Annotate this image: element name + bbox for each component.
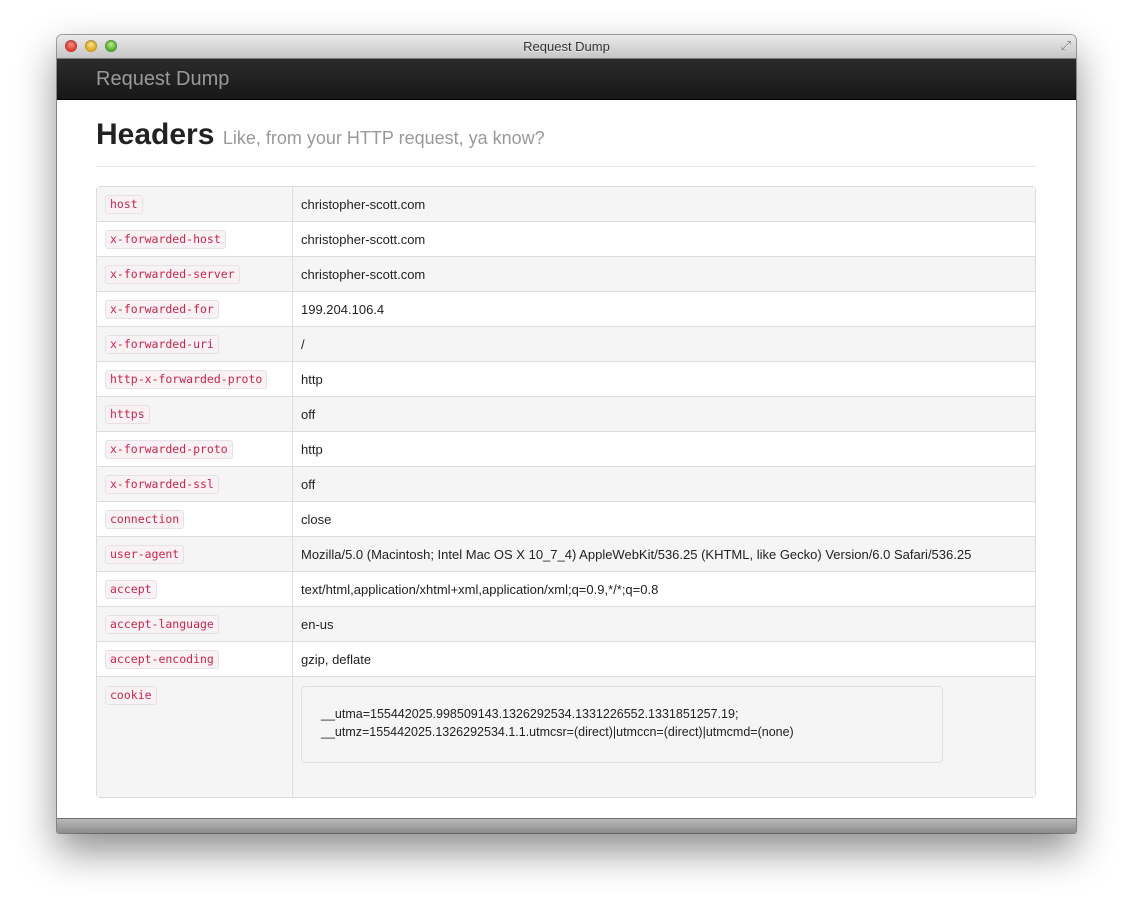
main-content: Headers Like, from your HTTP request, ya… xyxy=(57,100,1076,798)
header-key: x-forwarded-uri xyxy=(105,334,219,354)
table-row: accept text/html,application/xhtml+xml,a… xyxy=(97,571,1035,606)
header-key-cell: accept xyxy=(97,571,293,606)
header-key-cell: https xyxy=(97,396,293,431)
zoom-window-button[interactable] xyxy=(105,40,117,52)
table-row: x-forwarded-proto http xyxy=(97,431,1035,466)
window-controls xyxy=(65,40,117,52)
header-key-cell: accept-language xyxy=(97,606,293,641)
header-key: cookie xyxy=(105,686,157,705)
header-value: text/html,application/xhtml+xml,applicat… xyxy=(293,571,1035,606)
header-key-cell: x-forwarded-host xyxy=(97,221,293,256)
table-row: https off xyxy=(97,396,1035,431)
header-value: christopher-scott.com xyxy=(293,187,1035,221)
browser-window: Request Dump ⤢ Request Dump Headers Like… xyxy=(57,35,1076,833)
cookie-value-cell: __utma=155442025.998509143.1326292534.13… xyxy=(293,676,1035,797)
header-value: Mozilla/5.0 (Macintosh; Intel Mac OS X 1… xyxy=(293,536,1035,571)
header-value: close xyxy=(293,501,1035,536)
header-key: accept-language xyxy=(105,614,219,634)
fullscreen-icon[interactable]: ⤢ xyxy=(1061,39,1071,53)
header-key: accept xyxy=(105,579,157,599)
header-key-cell: x-forwarded-ssl xyxy=(97,466,293,501)
header-value: off xyxy=(293,396,1035,431)
cookie-line: __utmz=155442025.1326292534.1.1.utmcsr=(… xyxy=(321,725,794,739)
header-key: x-forwarded-for xyxy=(105,299,219,319)
close-window-button[interactable] xyxy=(65,40,77,52)
header-key: x-forwarded-ssl xyxy=(105,474,219,494)
header-key: accept-encoding xyxy=(105,649,219,669)
window-titlebar: Request Dump ⤢ xyxy=(57,35,1076,59)
header-key-cell: host xyxy=(97,187,293,221)
header-key: http-x-forwarded-proto xyxy=(105,369,268,389)
table-row: x-forwarded-ssl off xyxy=(97,466,1035,501)
table-row: x-forwarded-host christopher-scott.com xyxy=(97,221,1035,256)
header-key: x-forwarded-server xyxy=(105,264,240,284)
table-row: accept-encoding gzip, deflate xyxy=(97,641,1035,676)
header-value: gzip, deflate xyxy=(293,641,1035,676)
header-key-cell: accept-encoding xyxy=(97,641,293,676)
header-key: https xyxy=(105,404,150,424)
header-value: en-us xyxy=(293,606,1035,641)
header-key-cell: connection xyxy=(97,501,293,536)
window-bottom-bar xyxy=(57,818,1076,833)
table-row: host christopher-scott.com xyxy=(97,187,1035,221)
cookie-row: cookie __utma=155442025.998509143.132629… xyxy=(97,676,1035,797)
page-header: Headers Like, from your HTTP request, ya… xyxy=(96,118,1036,167)
header-key-cell: x-forwarded-server xyxy=(97,256,293,291)
minimize-window-button[interactable] xyxy=(85,40,97,52)
cookie-value-box: __utma=155442025.998509143.1326292534.13… xyxy=(301,686,943,763)
header-value: christopher-scott.com xyxy=(293,256,1035,291)
header-key-cell: cookie xyxy=(97,676,293,797)
header-value: / xyxy=(293,326,1035,361)
header-value: christopher-scott.com xyxy=(293,221,1035,256)
table-row: x-forwarded-for 199.204.106.4 xyxy=(97,291,1035,326)
page-title: Headers xyxy=(96,118,215,151)
navbar: Request Dump xyxy=(57,59,1076,100)
headers-table: host christopher-scott.com x-forwarded-h… xyxy=(96,186,1036,798)
page-subtitle: Like, from your HTTP request, ya know? xyxy=(222,128,545,148)
table-row: x-forwarded-uri / xyxy=(97,326,1035,361)
header-key-cell: x-forwarded-proto xyxy=(97,431,293,466)
header-key-cell: user-agent xyxy=(97,536,293,571)
header-value: 199.204.106.4 xyxy=(293,291,1035,326)
header-key: host xyxy=(105,194,143,214)
header-key-cell: x-forwarded-for xyxy=(97,291,293,326)
header-key: x-forwarded-proto xyxy=(105,439,233,459)
header-key-cell: x-forwarded-uri xyxy=(97,326,293,361)
table-row: connection close xyxy=(97,501,1035,536)
header-key-cell: http-x-forwarded-proto xyxy=(97,361,293,396)
table-row: user-agent Mozilla/5.0 (Macintosh; Intel… xyxy=(97,536,1035,571)
header-value: http xyxy=(293,431,1035,466)
table-row: http-x-forwarded-proto http xyxy=(97,361,1035,396)
header-key: user-agent xyxy=(105,544,185,564)
header-value: http xyxy=(293,361,1035,396)
brand-link[interactable]: Request Dump xyxy=(96,68,229,91)
window-title: Request Dump xyxy=(523,39,610,54)
header-key: connection xyxy=(105,509,185,529)
table-row: x-forwarded-server christopher-scott.com xyxy=(97,256,1035,291)
cookie-line: __utma=155442025.998509143.1326292534.13… xyxy=(321,707,739,721)
header-value: off xyxy=(293,466,1035,501)
header-key: x-forwarded-host xyxy=(105,229,226,249)
table-row: accept-language en-us xyxy=(97,606,1035,641)
